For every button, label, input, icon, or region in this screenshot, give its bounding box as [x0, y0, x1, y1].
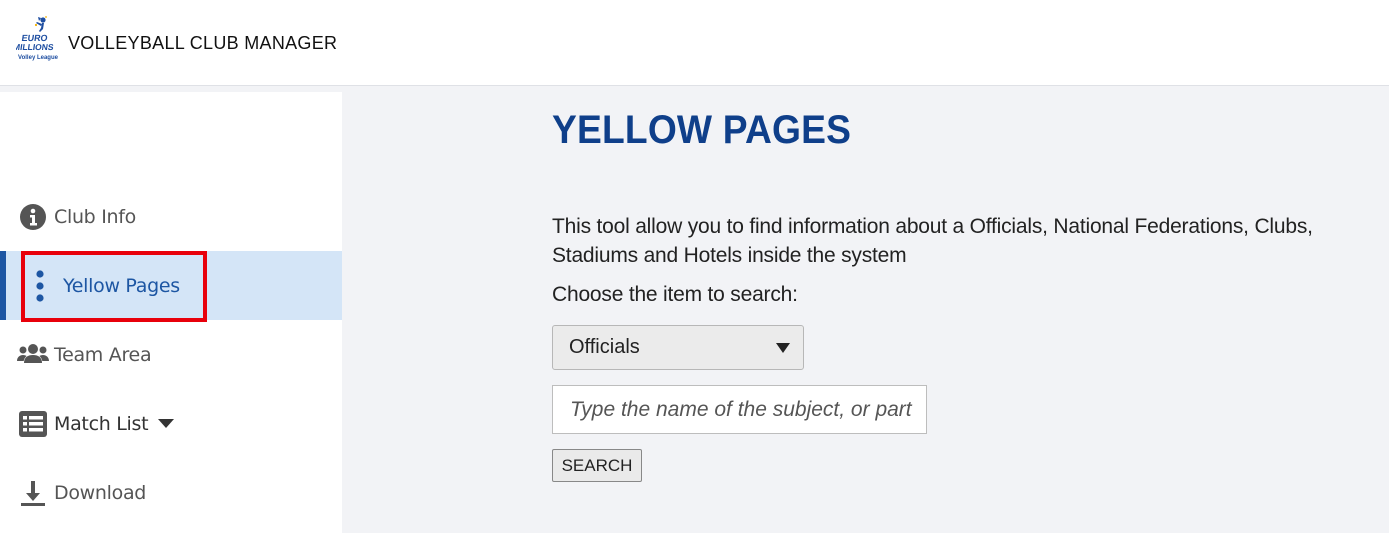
- sidebar-item-label: Team Area: [54, 343, 152, 366]
- select-value: Officials: [569, 336, 640, 358]
- search-type-select[interactable]: Officials: [552, 325, 804, 370]
- svg-text:MILLIONS: MILLIONS: [16, 42, 55, 52]
- users-icon: [16, 338, 50, 372]
- dropdown-arrow-icon: [776, 343, 790, 353]
- vertical-dots-icon: [30, 269, 50, 303]
- search-input[interactable]: [552, 385, 927, 434]
- search-button[interactable]: SEARCH: [552, 449, 642, 482]
- sidebar-item-label: Download: [54, 481, 147, 504]
- sidebar-item-yellow-pages[interactable]: Yellow Pages: [0, 251, 342, 320]
- page-title: YELLOW PAGES: [552, 108, 852, 152]
- chevron-down-icon[interactable]: [158, 419, 175, 428]
- sidebar-item-team-area[interactable]: Team Area: [0, 320, 342, 389]
- top-bar: EURO MILLIONS Volley League VOLLEYBALL C…: [0, 0, 1389, 86]
- sidebar-item-club-info[interactable]: Club Info: [0, 182, 342, 251]
- page-description: This tool allow you to find information …: [552, 215, 1313, 267]
- euro-millions-logo[interactable]: EURO MILLIONS Volley League: [16, 14, 60, 64]
- choose-item-label: Choose the item to search:: [552, 283, 798, 306]
- download-icon: [16, 476, 50, 510]
- list-icon: [16, 407, 50, 441]
- sidebar-item-label: Club Info: [54, 205, 136, 228]
- sidebar-item-match-list[interactable]: Match List: [0, 389, 342, 458]
- sidebar-item-label: Yellow Pages: [63, 274, 180, 297]
- svg-text:Volley League: Volley League: [18, 55, 59, 61]
- sidebar-item-label: Match List: [54, 412, 149, 435]
- info-circle-icon: [16, 200, 50, 234]
- sidebar-item-download[interactable]: Download: [0, 458, 342, 527]
- app-title: VOLLEYBALL CLUB MANAGER: [68, 33, 338, 53]
